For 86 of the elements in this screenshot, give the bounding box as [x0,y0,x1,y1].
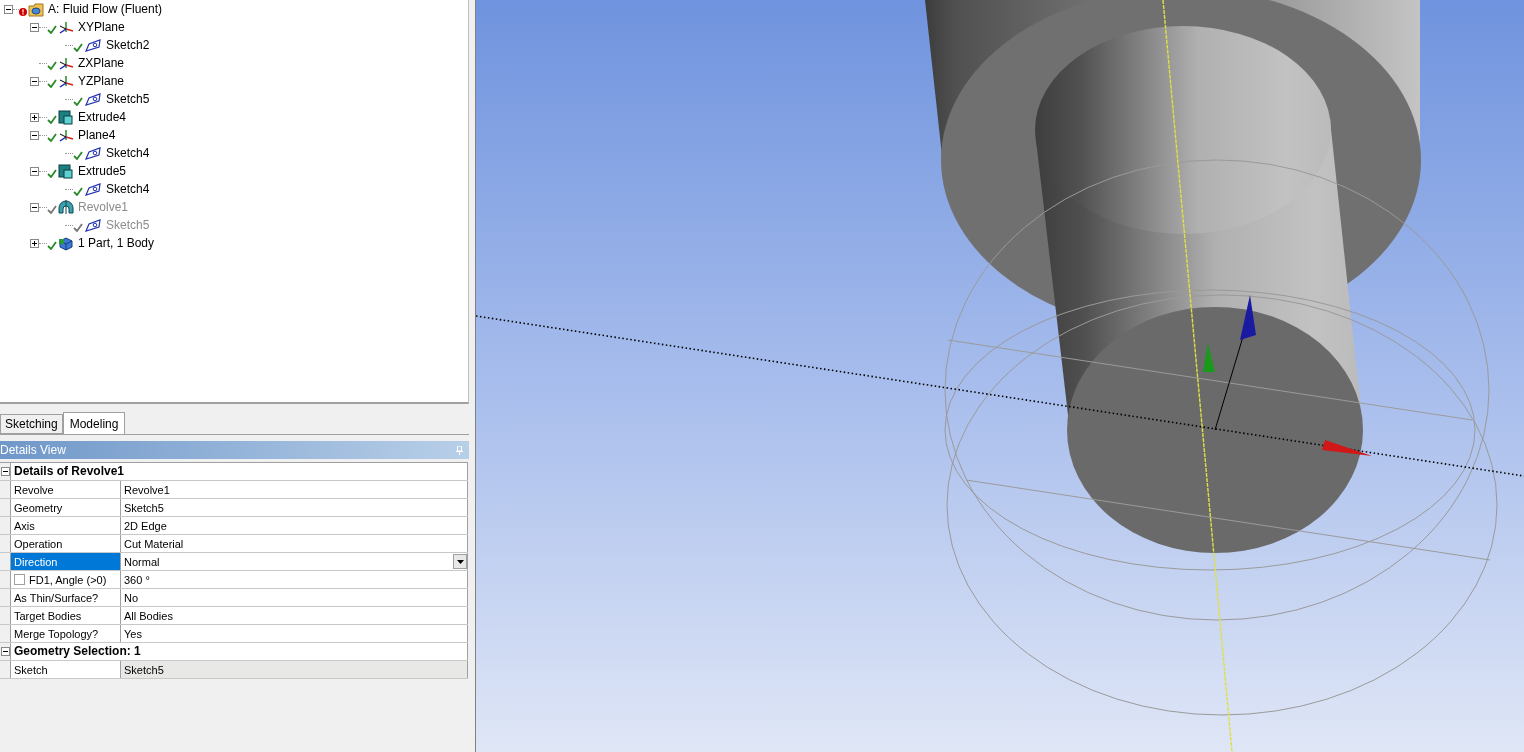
property-name: Axis [14,519,35,532]
tree-item[interactable]: Sketch2 [106,37,150,53]
check-icon [73,150,83,160]
tree-item[interactable]: Sketch5 [106,91,150,107]
expand-icon[interactable] [30,238,39,248]
tree-item[interactable]: Revolve1 [78,199,129,215]
cube-icon [58,235,74,251]
collapse-icon[interactable] [0,467,10,476]
tab[interactable]: Modeling [62,412,126,434]
property-name: Geometry [14,501,63,514]
tree-item[interactable]: Extrude4 [78,109,127,125]
extrude-icon [58,163,74,179]
property-label[interactable]: Merge Topology? [11,625,121,642]
sketch-icon [84,146,102,160]
property-value[interactable]: Cut Material [121,535,468,552]
sketch-icon [84,182,102,196]
property-label[interactable]: Target Bodies [11,607,121,624]
property-name: Merge Topology? [14,627,99,640]
property-label[interactable]: FD1, Angle (>0) [11,571,121,588]
property-label[interactable]: Axis [11,517,121,534]
check-icon [47,24,57,34]
tree-item[interactable]: Extrude5 [78,163,127,179]
revolve-icon [58,199,74,215]
property-name: FD1, Angle (>0) [29,573,107,586]
tree-item[interactable]: Sketch4 [106,181,150,197]
property-label[interactable]: Direction [11,553,121,570]
property-name: As Thin/Surface? [14,591,99,604]
tree-item[interactable]: Sketch5 [106,217,150,233]
check-icon [47,240,57,250]
checkbox[interactable] [14,574,25,585]
property-value[interactable]: 360 ° [121,571,468,588]
axes-icon [58,19,74,35]
collapse-icon[interactable] [0,647,10,656]
check-icon [73,42,83,52]
property-name: Direction [14,555,58,568]
group-header: Details of Revolve1 [11,463,468,480]
collapse-icon[interactable] [30,76,39,86]
tree-item[interactable]: Sketch4 [106,145,150,161]
extrude-icon [58,109,74,125]
property-value[interactable]: Sketch5 [121,661,468,678]
tree-item[interactable]: 1 Part, 1 Body [78,235,155,251]
collapse-icon[interactable] [30,130,39,140]
tree-item[interactable]: Plane4 [78,127,116,143]
tree-item[interactable]: XYPlane [78,19,125,35]
tree-item[interactable]: A: Fluid Flow (Fluent) [48,1,163,17]
check-icon [47,204,57,214]
collapse-icon[interactable] [30,166,39,176]
property-name: Revolve [14,483,54,496]
panel-title: Details View [0,443,66,457]
property-value[interactable]: Sketch5 [121,499,468,516]
collapse-icon[interactable] [30,22,39,32]
sketch-icon [84,38,102,52]
property-value[interactable]: Yes [121,625,468,642]
property-label[interactable]: Operation [11,535,121,552]
collapse-icon[interactable] [4,4,13,14]
3d-viewport[interactable] [476,0,1524,752]
property-value[interactable]: Normal [121,553,468,570]
expand-icon[interactable] [30,112,39,122]
caret-icon [456,559,464,564]
tree-item[interactable]: ZXPlane [78,55,125,71]
check-icon [73,96,83,106]
property-name: Target Bodies [14,609,82,622]
group-header: Geometry Selection: 1 [11,643,468,660]
folder-icon [28,1,44,17]
property-value[interactable]: No [121,589,468,606]
property-name: Operation [14,537,63,550]
dropdown-button[interactable] [453,554,467,569]
axes-icon [58,73,74,89]
tab[interactable]: Sketching [0,414,63,434]
property-label[interactable]: Sketch [11,661,121,678]
property-value[interactable]: All Bodies [121,607,468,624]
tree-item[interactable]: YZPlane [78,73,125,89]
property-label[interactable]: Revolve [11,481,121,498]
sketch-icon [84,218,102,232]
axes-icon [58,127,74,143]
check-icon [73,186,83,196]
collapse-icon[interactable] [30,202,39,212]
property-value[interactable]: 2D Edge [121,517,468,534]
property-value[interactable]: Revolve1 [121,481,468,498]
axes-icon [58,55,74,71]
property-label[interactable]: As Thin/Surface? [11,589,121,606]
check-icon [47,168,57,178]
sketch-icon [84,92,102,106]
property-name: Sketch [14,663,48,676]
property-label[interactable]: Geometry [11,499,121,516]
check-icon [73,222,83,232]
